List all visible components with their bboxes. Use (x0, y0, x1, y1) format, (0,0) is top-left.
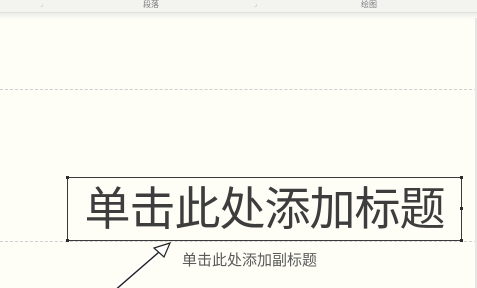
ribbon-group-drawing-label: 绘图 (361, 0, 377, 9)
dialog-launcher-icon[interactable]: ⌟ (254, 1, 257, 9)
subtitle-placeholder[interactable]: 单击此处添加副标题 (182, 251, 317, 269)
resize-handle[interactable] (460, 207, 463, 210)
ribbon-group-labels-strip: ⌟ 段落 ⌟ 绘图 (0, 0, 477, 13)
resize-handle[interactable] (66, 176, 69, 179)
slide-guide-line (0, 89, 477, 90)
resize-handle[interactable] (460, 239, 463, 242)
dialog-launcher-icon[interactable]: ⌟ (40, 1, 43, 9)
slide-guide-line (0, 241, 477, 242)
ribbon-shadow (0, 13, 477, 19)
ribbon-group-paragraph-label: 段落 (143, 0, 159, 9)
annotation-arrow-icon (113, 242, 172, 288)
title-placeholder-text: 单击此处添加标题 (84, 182, 446, 236)
resize-handle[interactable] (460, 176, 463, 179)
resize-handle[interactable] (66, 239, 69, 242)
title-placeholder[interactable]: 单击此处添加标题 (66, 176, 463, 242)
